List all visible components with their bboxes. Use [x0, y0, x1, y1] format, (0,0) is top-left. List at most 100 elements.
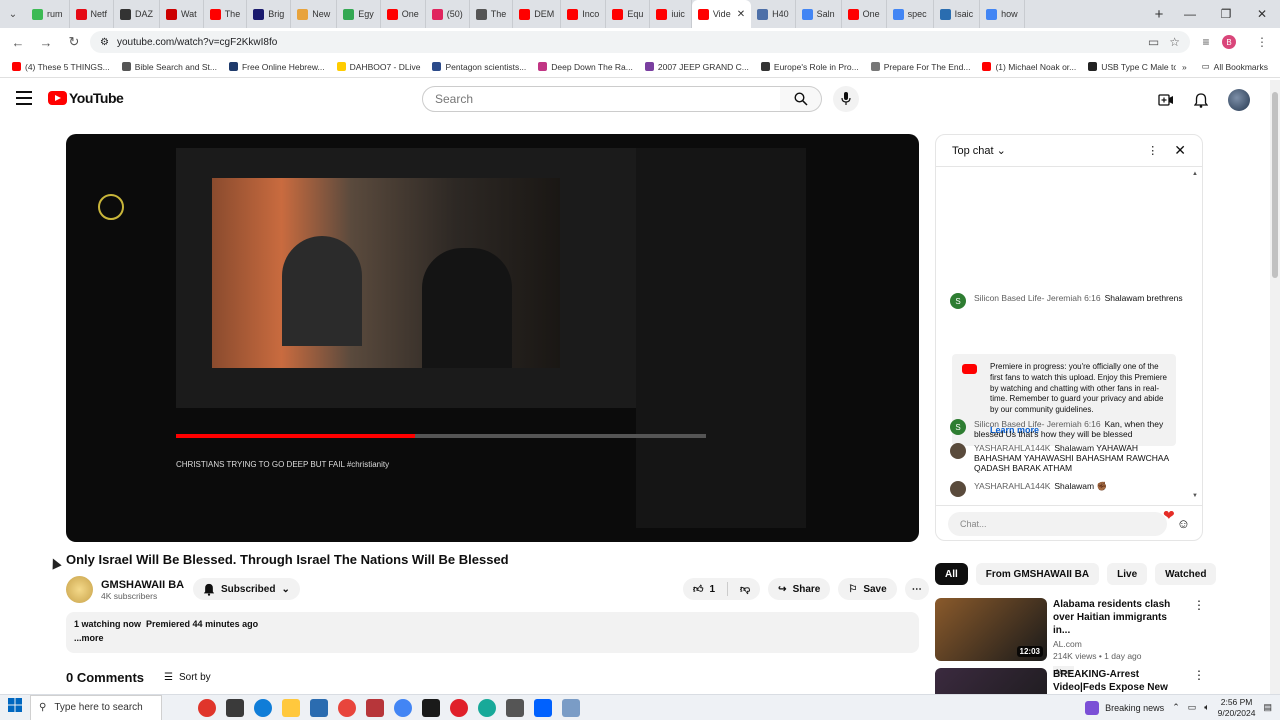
bookmark-item[interactable]: (1) Michael Noak or... [976, 62, 1082, 72]
browser-tab[interactable]: Netf [70, 0, 115, 28]
filter-chip[interactable]: From GMSHAWAII BA [975, 563, 1100, 585]
chat-author-name[interactable]: Silicon Based Life- Jeremiah 6:16 [974, 419, 1101, 429]
more-vertical-icon[interactable]: ⋮ [1193, 668, 1205, 682]
profile-avatar[interactable]: B [1222, 35, 1246, 49]
subscribed-button[interactable]: Subscribed ⌄ [193, 578, 300, 600]
volume-icon[interactable]: 🔈︎ [1204, 702, 1209, 713]
browser-tab[interactable]: H40 [751, 0, 796, 28]
channel-avatar[interactable] [66, 576, 93, 603]
browser-tab[interactable]: The [204, 0, 248, 28]
bookmark-item[interactable]: (4) These 5 THINGS... [6, 62, 116, 72]
cast-icon[interactable]: ▭ [1148, 35, 1159, 49]
chat-author-avatar[interactable] [950, 443, 966, 459]
tab-search-button[interactable]: ⌄ [0, 0, 26, 28]
chat-author-name[interactable]: YASHARAHLA144K [974, 481, 1050, 491]
task-view-icon[interactable] [226, 698, 244, 717]
opera-icon[interactable] [450, 698, 468, 717]
description-box[interactable]: 1 watching now Premiered 44 minutes ago … [66, 612, 919, 653]
voice-search-button[interactable] [833, 86, 859, 112]
site-info-icon[interactable]: ⚙ [100, 37, 109, 48]
bookmark-item[interactable]: DAHBOO7 - DLive [331, 62, 427, 72]
filter-chip[interactable]: Watched [1155, 563, 1217, 585]
filter-chip[interactable]: All [935, 563, 968, 585]
restore-icon[interactable]: ❐ [1208, 7, 1244, 21]
windows-start-icon[interactable] [0, 698, 30, 717]
network-icon[interactable]: ▭ [1188, 702, 1197, 713]
chat-author-avatar[interactable]: S [950, 293, 966, 309]
app-icon[interactable] [562, 698, 580, 717]
browser-tab[interactable]: Vide ✕ [691, 0, 752, 28]
menu-icon[interactable] [16, 91, 32, 105]
chat-author-avatar[interactable] [950, 481, 966, 497]
youtube-logo[interactable]: YouTube [48, 90, 124, 106]
back-icon[interactable]: ← [6, 35, 30, 50]
search-input[interactable]: Search [422, 86, 781, 112]
all-bookmarks-button[interactable]: ▭ All Bookmarks [1196, 61, 1274, 72]
more-vertical-icon[interactable]: ⋮ [1147, 144, 1158, 157]
reload-icon[interactable]: ↻ [62, 34, 86, 50]
fruit-app-icon[interactable] [198, 698, 216, 717]
recommended-channel[interactable]: AL.com [1053, 639, 1183, 649]
chrome-menu-icon[interactable]: ⋮ [1250, 35, 1274, 49]
channel-name[interactable]: GMSHAWAII BA [101, 579, 184, 591]
clock[interactable]: 2:56 PM 9/20/2024 [1218, 697, 1256, 717]
bookmark-star-icon[interactable]: ☆ [1169, 35, 1180, 49]
filter-chip[interactable]: Live [1107, 563, 1148, 585]
browser-tab[interactable]: DAZ [114, 0, 161, 28]
app-icon[interactable] [366, 698, 384, 717]
search-button[interactable] [780, 86, 822, 112]
file-explorer-icon[interactable] [282, 698, 300, 717]
browser-tab[interactable]: New [291, 0, 338, 28]
browser-tab[interactable]: The [470, 0, 514, 28]
chat-author-name[interactable]: Silicon Based Life- Jeremiah 6:16 [974, 293, 1101, 303]
scroll-up-icon[interactable]: ▲ [1192, 171, 1198, 177]
bookmark-item[interactable]: USB Type C Male to... [1082, 62, 1176, 72]
edge-icon[interactable] [254, 698, 272, 717]
browser-tab[interactable]: DEM [513, 0, 562, 28]
bookmarks-overflow-icon[interactable]: » [1176, 62, 1193, 72]
bookmark-item[interactable]: Free Online Hebrew... [223, 62, 331, 72]
chat-input[interactable]: Chat... [948, 511, 1167, 536]
dropbox-icon[interactable] [534, 698, 552, 717]
browser-tab[interactable]: Egy [337, 0, 381, 28]
description-more-link[interactable]: ...more [74, 633, 911, 643]
video-thumbnail[interactable]: 12:03 [935, 598, 1047, 661]
new-tab-button[interactable]: + [1146, 6, 1172, 23]
bookmark-item[interactable]: Pentagon scientists... [426, 62, 532, 72]
recommended-video[interactable]: 12:03 Alabama residents clash over Haitia… [935, 598, 1205, 679]
share-button[interactable]: ↪ Share [768, 578, 831, 600]
notifications-bell-icon[interactable] [1194, 92, 1208, 108]
app-icon[interactable] [478, 698, 496, 717]
chat-author-name[interactable]: YASHARAHLA144K [974, 443, 1050, 453]
sort-comments-button[interactable]: ☰ Sort by [164, 672, 211, 683]
video-player[interactable]: CHRISTIANS TRYING TO GO DEEP BUT FAIL #c… [66, 134, 919, 542]
save-button[interactable]: ⚐ Save [838, 578, 897, 600]
browser-tab[interactable]: Saln [796, 0, 842, 28]
close-tab-icon[interactable]: ✕ [737, 9, 745, 20]
like-button[interactable]: 👍︎ 1 [693, 583, 715, 596]
chrome-profile-icon[interactable] [394, 698, 412, 717]
media-controls-icon[interactable]: ≡ [1194, 35, 1218, 49]
emoji-icon[interactable]: ☺ [1177, 516, 1190, 531]
scroll-down-icon[interactable]: ▼ [1192, 493, 1198, 499]
browser-tab[interactable]: One [842, 0, 887, 28]
app-icon[interactable] [506, 698, 524, 717]
browser-tab[interactable]: spec [887, 0, 934, 28]
more-actions-button[interactable]: ⋯ [904, 578, 929, 600]
bookmark-item[interactable]: Bible Search and St... [116, 62, 223, 72]
browser-tab[interactable]: how [980, 0, 1025, 28]
close-chat-icon[interactable]: ✕ [1174, 142, 1186, 159]
browser-tab[interactable]: One [381, 0, 426, 28]
bookmark-item[interactable]: Europe's Role in Pro... [755, 62, 865, 72]
browser-tab[interactable]: Equ [606, 0, 651, 28]
notification-center-icon[interactable]: ▤ [1263, 702, 1272, 713]
browser-tab[interactable]: Brig [247, 0, 292, 28]
close-window-icon[interactable]: ✕ [1244, 7, 1280, 21]
chat-author-avatar[interactable]: S [950, 419, 966, 435]
bookmark-item[interactable]: Deep Down The Ra... [532, 62, 639, 72]
browser-tab[interactable]: iuic [650, 0, 692, 28]
minimize-icon[interactable]: — [1172, 7, 1208, 21]
video-progress-bar[interactable] [176, 434, 706, 438]
top-chat-dropdown[interactable]: Top chat ⌄ [952, 144, 1006, 157]
tray-overflow-icon[interactable]: ⌃ [1172, 702, 1180, 713]
